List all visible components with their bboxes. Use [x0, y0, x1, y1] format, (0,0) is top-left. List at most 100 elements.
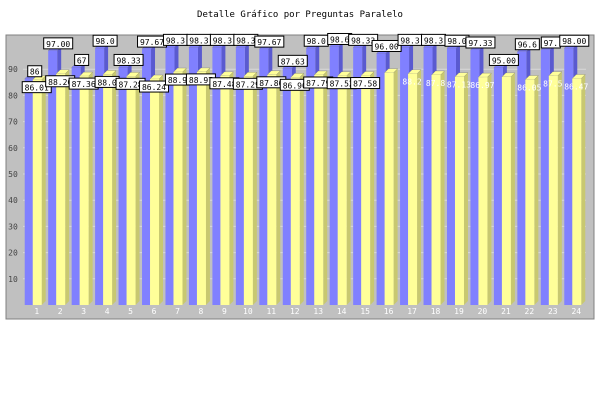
data-label-series1: 96.00 — [375, 42, 399, 51]
x-tick-label: 20 — [478, 307, 488, 316]
x-tick-label: 10 — [243, 307, 253, 316]
data-label-series2: 88.9 — [168, 76, 187, 85]
data-label-series2: 86.24 — [142, 83, 166, 92]
x-tick-label: 15 — [360, 307, 370, 316]
data-label-series1: 67 — [77, 56, 87, 65]
bar-series1 — [493, 67, 503, 305]
bar-side — [346, 71, 351, 305]
bar-series2 — [103, 74, 113, 305]
x-tick-label: 23 — [548, 307, 558, 316]
bar-series2 — [478, 77, 488, 305]
bar-side — [370, 71, 375, 305]
data-label-series1: 86 — [30, 68, 40, 77]
bar-series2 — [173, 72, 183, 305]
bar-side — [112, 70, 117, 305]
bar-side — [299, 73, 304, 306]
bar-series2 — [454, 76, 464, 306]
x-tick-label: 16 — [384, 307, 394, 316]
y-tick-label: 40 — [8, 196, 18, 205]
data-label-series1: 98.33 — [117, 56, 141, 65]
bar-series2 — [572, 78, 582, 305]
x-tick-label: 3 — [81, 307, 86, 316]
data-label-series1: 98.3 — [213, 36, 232, 45]
bar-series1 — [282, 68, 292, 305]
y-tick-label: 30 — [8, 222, 18, 231]
x-tick-label: 13 — [313, 307, 323, 316]
bar-side — [205, 67, 210, 306]
bar-side — [88, 72, 93, 306]
data-label-series2: 87.36 — [72, 80, 96, 89]
bar-side — [135, 72, 140, 305]
data-label-series2: 87.5 — [543, 80, 562, 89]
data-label-series2: 88.0 — [97, 78, 116, 87]
data-label-series1: 96.6 — [518, 41, 537, 50]
data-label-series1: 98.0 — [95, 37, 114, 46]
bar-side — [41, 75, 46, 305]
x-tick-label: 18 — [431, 307, 441, 316]
y-tick-label: 20 — [8, 249, 18, 258]
bar-side — [65, 69, 70, 306]
bar-side — [510, 72, 515, 305]
bar-series2 — [548, 75, 558, 305]
bar-series1 — [24, 78, 34, 305]
x-tick-label: 5 — [128, 307, 133, 316]
bar-series2 — [150, 79, 160, 305]
x-tick-label: 24 — [571, 307, 581, 316]
data-label-series2: 86.97 — [470, 81, 494, 90]
data-label-series2: 87.13 — [447, 81, 471, 90]
data-label-series1: 98.00 — [562, 37, 586, 46]
data-label-series2: 86.47 — [564, 82, 588, 91]
data-label-series1: 97.67 — [140, 38, 164, 47]
bar-side — [276, 70, 281, 306]
x-tick-label: 19 — [454, 307, 464, 316]
y-tick-label: 60 — [8, 144, 18, 153]
x-tick-label: 8 — [199, 307, 204, 316]
data-label-series1: 97. — [544, 39, 558, 48]
data-label-series1: 98.3 — [166, 36, 185, 45]
data-label-series1: 95.00 — [492, 56, 516, 65]
bar-series2 — [220, 75, 230, 305]
x-tick-label: 22 — [525, 307, 535, 316]
data-label-series1: 97.67 — [257, 38, 281, 47]
bar-series1 — [188, 47, 198, 306]
bar-side — [534, 75, 539, 305]
x-tick-label: 7 — [175, 307, 180, 316]
bar-series2 — [431, 74, 441, 305]
bar-side — [557, 71, 562, 305]
x-tick-label: 2 — [58, 307, 63, 316]
bar-side — [159, 75, 164, 305]
x-tick-label: 17 — [407, 307, 417, 316]
data-label-series1: 98.3 — [189, 36, 208, 45]
bar-side — [440, 70, 445, 305]
bar-side — [487, 73, 492, 305]
bar-series2 — [267, 74, 277, 306]
bar-series2 — [408, 73, 418, 306]
bar-series2 — [361, 75, 371, 305]
bar-series2 — [32, 79, 42, 305]
bar-side — [417, 69, 422, 306]
data-label-series2: 88.2 — [402, 78, 421, 87]
x-tick-label: 6 — [152, 307, 157, 316]
bar-series1 — [376, 53, 386, 306]
data-label-series1: 98.0 — [447, 37, 466, 46]
bar-series2 — [525, 79, 535, 305]
bar-series2 — [79, 76, 89, 306]
data-label-series1: 98.3 — [236, 36, 255, 45]
bar-series2 — [196, 71, 206, 306]
bar-series2 — [314, 74, 324, 305]
bar-chart: Detalle Gráfico por Preguntas Paralelo 1… — [5, 10, 595, 320]
data-label-series1: 97.33 — [468, 39, 492, 48]
bar-side — [252, 72, 257, 305]
y-tick-label: 50 — [8, 170, 18, 179]
y-axis-ticks: 10 20 30 40 50 60 70 80 90 — [8, 65, 18, 284]
x-tick-label: 11 — [266, 307, 276, 316]
data-label-series2: 87.8 — [426, 79, 445, 88]
bar-side — [393, 68, 398, 305]
data-label-series2: 87.58 — [353, 80, 377, 89]
y-tick-label: 80 — [8, 91, 18, 100]
x-tick-label: 21 — [501, 307, 511, 316]
data-label-series1: 98.3 — [424, 36, 443, 45]
data-label-series1: 87.63 — [281, 57, 305, 66]
x-tick-label: 4 — [105, 307, 110, 316]
chart-title: Detalle Gráfico por Preguntas Paralelo — [197, 10, 403, 20]
